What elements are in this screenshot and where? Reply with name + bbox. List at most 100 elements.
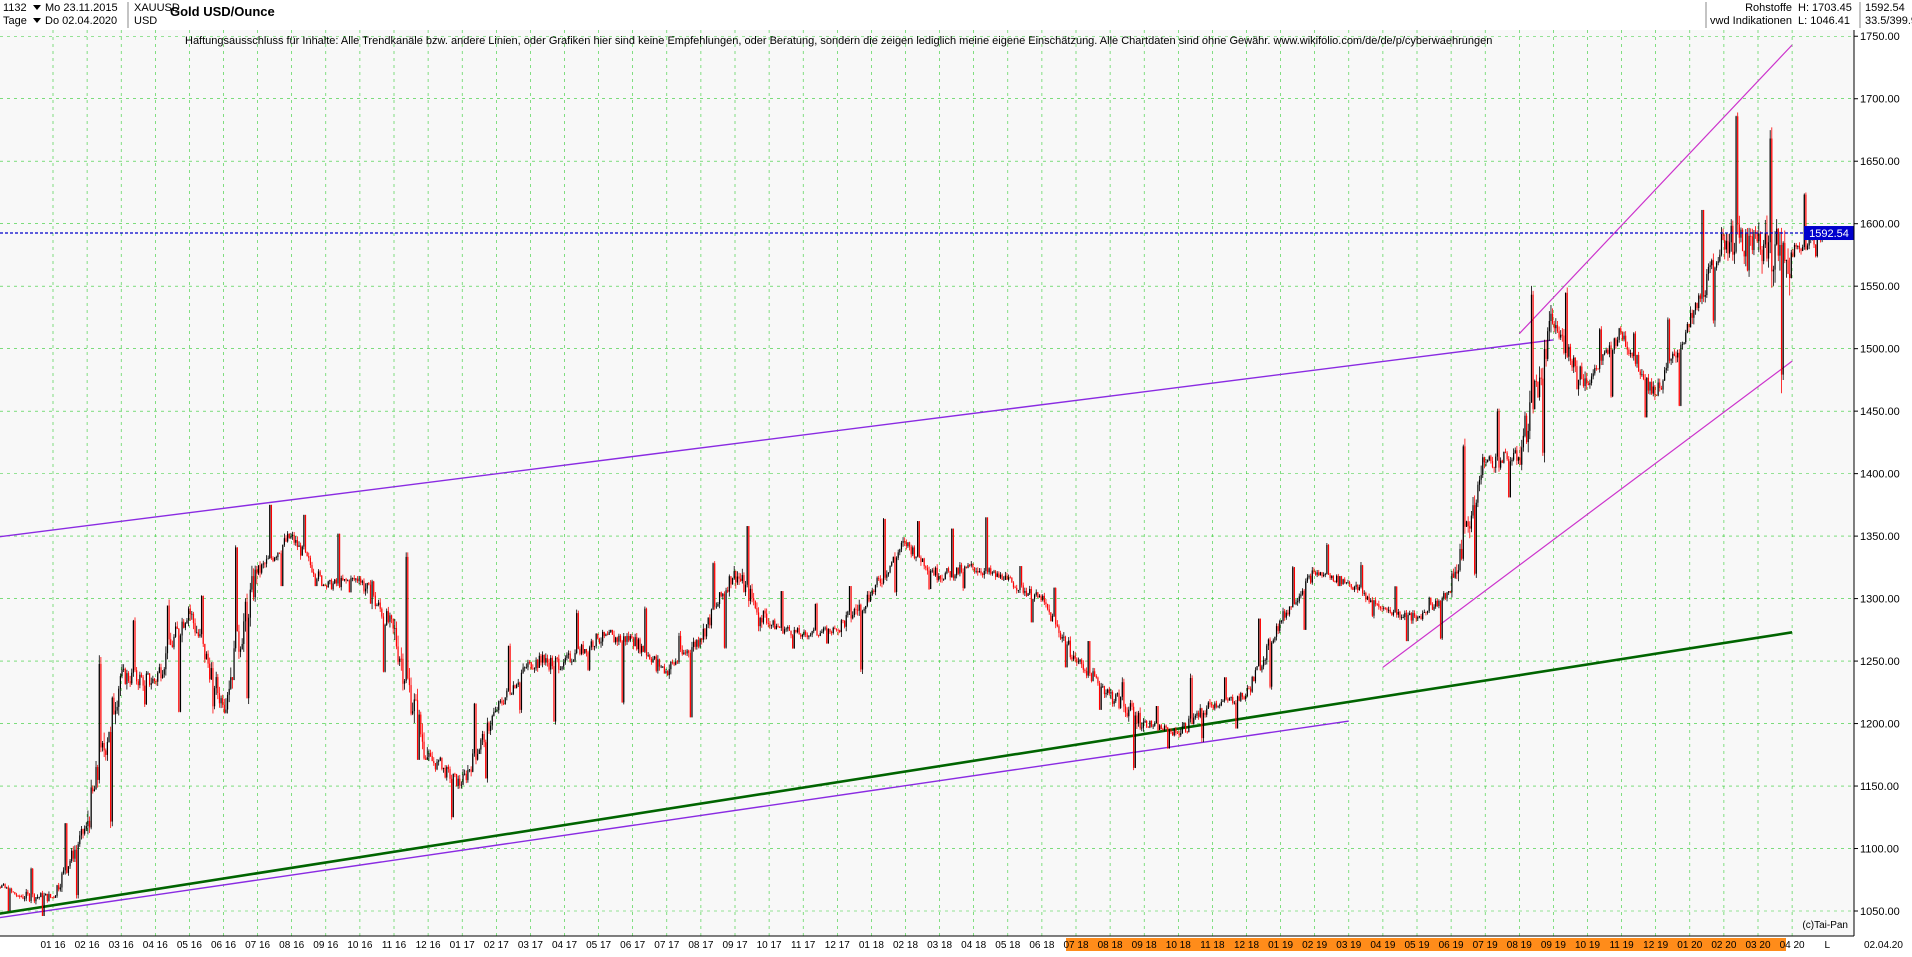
candle-body [171, 645, 173, 648]
candle-body [1727, 240, 1729, 254]
candle-body [1400, 617, 1403, 619]
candle-body [270, 504, 273, 558]
candle-body [1621, 332, 1624, 340]
candle-body [785, 628, 787, 630]
candle-body [113, 697, 115, 715]
candle-body [220, 698, 222, 704]
candle-body [894, 556, 896, 593]
candle-body [616, 637, 618, 642]
candle-body [975, 571, 977, 572]
candle-body [553, 666, 555, 722]
candle-body [0, 887, 1, 888]
candle-body [1352, 587, 1354, 590]
candle-body [1197, 712, 1200, 717]
candle-body [650, 659, 652, 662]
candle-body [1717, 261, 1719, 263]
scale-mode-label[interactable]: L [1824, 940, 1830, 951]
candle-body [1277, 626, 1279, 631]
candle-body [1620, 328, 1622, 333]
candle-body [1435, 600, 1437, 607]
candle-body [1170, 730, 1172, 733]
candle-body [494, 711, 497, 712]
candle-body [1165, 725, 1167, 728]
candle-body [1589, 382, 1591, 385]
candle-body [1230, 697, 1232, 699]
candle-body [472, 753, 474, 772]
candle-body [543, 654, 545, 663]
candle-body [425, 758, 427, 760]
candle-body [598, 638, 601, 644]
candle-body [1298, 596, 1300, 602]
y-tick-label: 1400.00 [1860, 469, 1900, 481]
candle-body [377, 602, 380, 605]
candle-body [735, 571, 737, 583]
candle-body [749, 588, 752, 602]
candle-body [580, 644, 583, 655]
candle-body [6, 887, 8, 889]
candle-body [679, 635, 682, 650]
y-tick-label: 1650.00 [1860, 156, 1900, 168]
candle-body [624, 636, 627, 642]
candle-body [97, 767, 99, 780]
candle-body [1126, 712, 1128, 717]
candle-body [1349, 582, 1351, 585]
candle-body [1264, 659, 1266, 661]
candle-body [1020, 566, 1023, 586]
chart-canvas[interactable]: 1132 Mo 23.11.2015 Tage Do 02.04.2020 XA… [0, 0, 1912, 952]
candle-body [1511, 459, 1513, 462]
candle-body [1719, 254, 1721, 262]
candle-body [69, 860, 71, 867]
candle-body [1381, 608, 1383, 609]
candle-body [1249, 688, 1252, 692]
candle-body [1089, 641, 1091, 674]
candle-body [1418, 616, 1421, 618]
candle-body [43, 895, 45, 917]
candle-body [537, 659, 539, 668]
candle-body [1806, 245, 1809, 250]
candle-body [442, 767, 445, 769]
candle-body [1459, 548, 1461, 571]
candle-body [1702, 209, 1705, 297]
candle-body [978, 571, 980, 573]
candle-body [1357, 584, 1359, 591]
candle-body [1678, 352, 1680, 406]
y-tick-label: 1350.00 [1860, 531, 1900, 543]
candle-body [149, 673, 151, 685]
candle-body [468, 769, 471, 771]
candle-body [1084, 669, 1086, 672]
x-tick-label: 07 18 [1063, 940, 1088, 951]
candle-body [806, 634, 808, 638]
candle-body [1769, 138, 1771, 243]
candle-body [33, 894, 35, 902]
candle-body [285, 538, 287, 542]
candle-body [496, 710, 498, 712]
candle-body [819, 633, 821, 636]
candle-body [561, 666, 563, 670]
candle-body [423, 741, 425, 759]
candle-body [524, 667, 526, 669]
candle-body [762, 610, 765, 623]
candle-body [121, 669, 123, 677]
candle-body [418, 714, 420, 760]
candle-body [1236, 696, 1239, 729]
candle-body [874, 584, 877, 593]
candle-body [952, 528, 955, 579]
x-tick-label: 05 19 [1404, 940, 1429, 951]
candle-body [1798, 245, 1801, 249]
candle-body [10, 888, 13, 892]
candle-body [376, 604, 378, 607]
candle-body [477, 753, 479, 760]
plot-area[interactable] [0, 30, 1854, 936]
candle-body [1737, 116, 1739, 225]
candle-body [960, 564, 963, 573]
candle-body [153, 678, 156, 682]
candle-body [478, 749, 480, 754]
candle-body [1131, 703, 1133, 707]
candle-body [264, 563, 266, 565]
candle-body [1386, 608, 1388, 611]
candle-body [223, 704, 225, 713]
candle-body [686, 650, 688, 654]
candle-body [1396, 586, 1398, 615]
candle-body [1342, 579, 1344, 585]
candle-body [1266, 645, 1268, 660]
